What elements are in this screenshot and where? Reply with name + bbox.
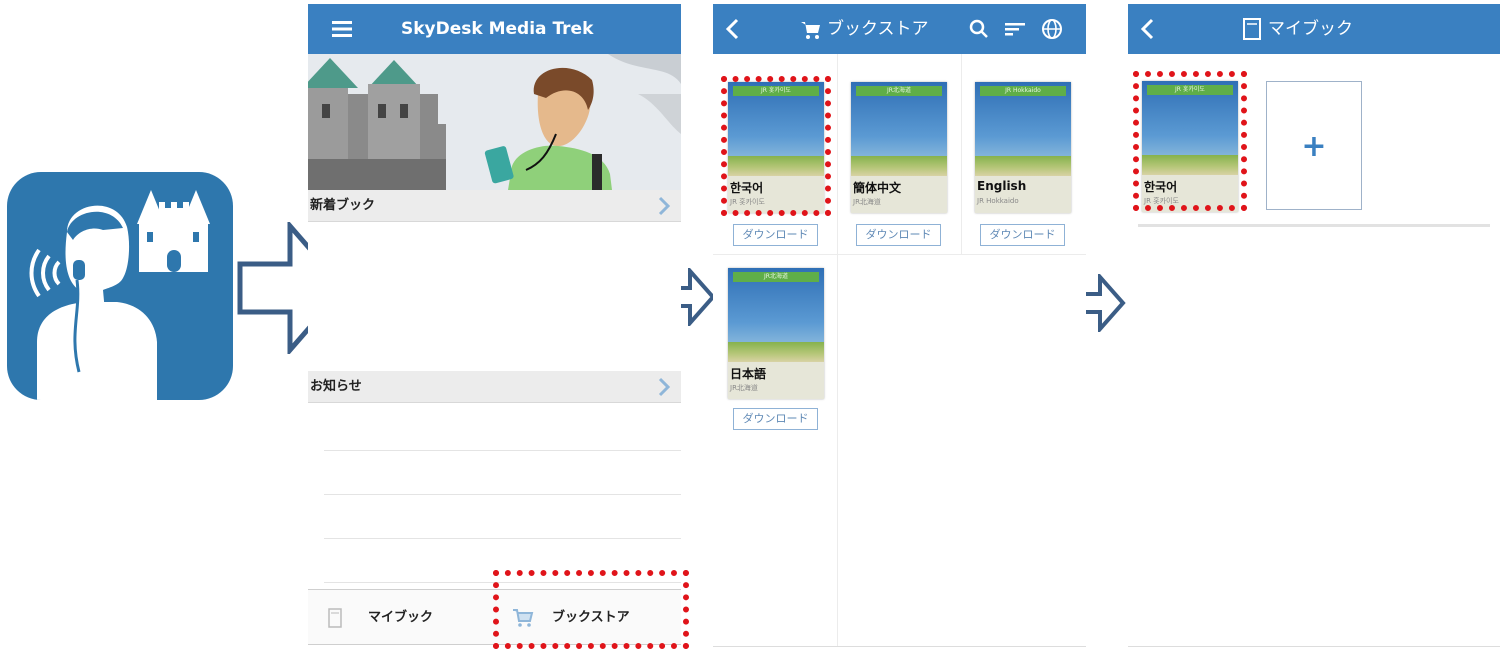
book-title: 한국어 <box>1144 180 1178 194</box>
book-cover-japanese[interactable]: JR北海道 日本語 JR北海道 <box>728 268 824 399</box>
screen-title: ブックストア <box>827 19 929 39</box>
navigation-bar: ブックストア <box>713 4 1086 54</box>
search-icon[interactable] <box>967 17 991 41</box>
cart-icon <box>513 609 534 627</box>
book-subtitle: JR北海道 <box>853 198 881 206</box>
book-cover-chinese[interactable]: JR北海道 簡体中文 JR北海道 <box>851 82 947 213</box>
download-button[interactable]: ダウンロード <box>733 224 818 246</box>
download-button[interactable]: ダウンロード <box>733 408 818 430</box>
cart-icon <box>801 22 820 39</box>
download-button[interactable]: ダウンロード <box>980 224 1065 246</box>
add-book-button[interactable]: + <box>1266 81 1362 210</box>
tab-mybook-label: マイブック <box>368 610 434 625</box>
hero-banner <box>308 54 681 190</box>
tab-mybook[interactable]: マイブック <box>308 590 494 646</box>
notice-divider <box>324 538 681 539</box>
banner-illustration <box>308 54 681 190</box>
book-publisher-strip: JR 홋카이도 <box>733 86 819 96</box>
book-publisher-strip: JR北海道 <box>733 272 819 282</box>
book-publisher-strip: JR 홋카이도 <box>1147 85 1233 95</box>
grid-divider <box>961 54 962 254</box>
audio-guide-icon <box>29 190 210 400</box>
book-title: 한국어 <box>730 181 764 195</box>
tab-bookstore-label: ブックストア <box>552 610 630 625</box>
hamburger-menu-icon[interactable] <box>330 17 354 41</box>
book-icon <box>1243 18 1261 40</box>
notice-divider <box>324 494 681 495</box>
book-title: 日本語 <box>730 367 767 381</box>
book-subtitle: JR 홋카이도 <box>1144 197 1179 205</box>
home-screen: SkyDesk Media Trek 新着ブック お知らせ マイブック ブックス… <box>308 4 681 647</box>
app-icon[interactable] <box>7 172 233 400</box>
notice-divider <box>324 582 681 583</box>
navigation-bar: マイブック <box>1128 4 1500 54</box>
tab-bookstore[interactable]: ブックストア <box>494 590 681 646</box>
mybook-cover-korean[interactable]: JR 홋카이도 한국어 JR 홋카이도 <box>1142 81 1238 212</box>
screen-title: マイブック <box>1268 19 1353 39</box>
notices-label: お知らせ <box>310 379 362 394</box>
book-publisher-strip: JR Hokkaido <box>980 86 1066 96</box>
navigation-bar: SkyDesk Media Trek <box>308 4 681 54</box>
book-subtitle: JR 홋카이도 <box>730 198 765 206</box>
mybook-screen: マイブック JR 홋카이도 한국어 JR 홋카이도 + <box>1128 4 1500 647</box>
back-icon[interactable] <box>721 17 745 41</box>
back-icon[interactable] <box>1136 17 1160 41</box>
book-subtitle: JR北海道 <box>730 384 758 392</box>
chevron-right-icon <box>658 377 671 397</box>
grid-divider <box>713 254 1086 255</box>
book-subtitle: JR Hokkaido <box>977 197 1019 205</box>
app-title: SkyDesk Media Trek <box>401 19 594 39</box>
book-cover-english[interactable]: JR Hokkaido English JR Hokkaido <box>975 82 1071 213</box>
book-icon <box>328 608 342 628</box>
book-cover-korean[interactable]: JR 홋카이도 한국어 JR 홋카이도 <box>728 82 824 213</box>
shelf-divider <box>1138 224 1490 227</box>
book-publisher-strip: JR北海道 <box>856 86 942 96</box>
download-button[interactable]: ダウンロード <box>856 224 941 246</box>
grid-divider <box>837 54 838 646</box>
bookstore-screen: ブックストア JR 홋카이도 한국어 JR 홋카이도 ダウンロード JR北海道 … <box>713 4 1086 647</box>
new-books-header[interactable]: 新着ブック <box>308 190 681 222</box>
tab-bar: マイブック ブックストア <box>308 589 681 645</box>
notices-header[interactable]: お知らせ <box>308 371 681 403</box>
book-title: 簡体中文 <box>853 181 902 195</box>
book-title: English <box>977 179 1027 193</box>
chevron-right-icon <box>658 196 671 216</box>
new-books-label: 新着ブック <box>310 198 376 213</box>
notice-divider <box>324 450 681 451</box>
sort-icon[interactable] <box>1003 17 1027 41</box>
plus-icon: + <box>1301 129 1327 164</box>
globe-icon[interactable] <box>1040 17 1064 41</box>
